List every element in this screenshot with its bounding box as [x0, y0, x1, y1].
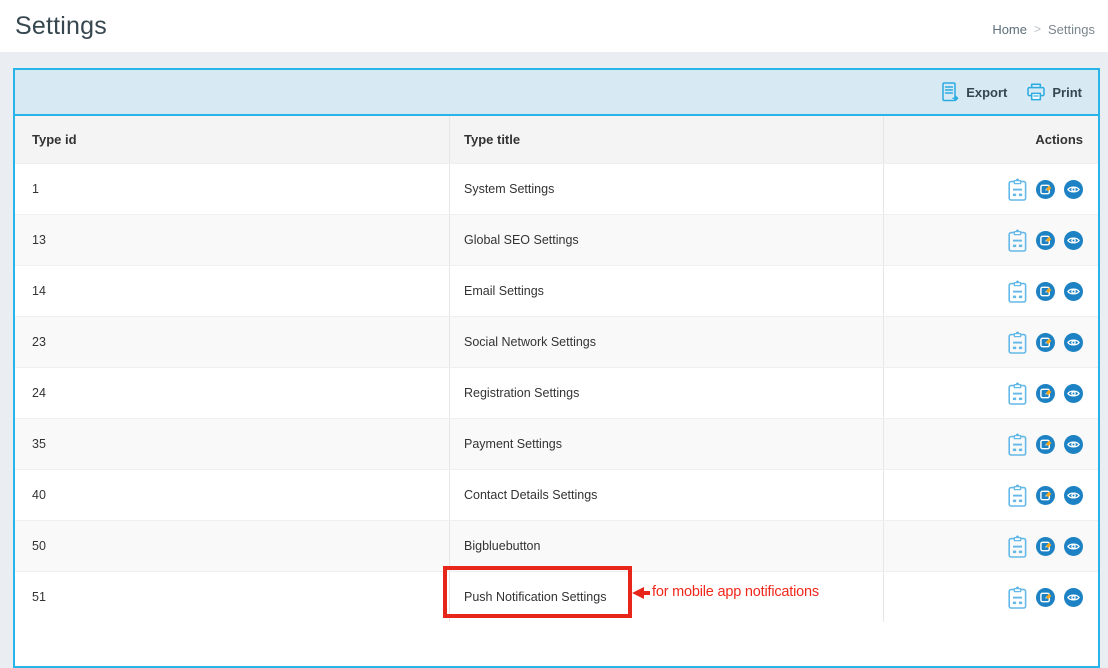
view-eye-icon[interactable]	[1064, 180, 1083, 199]
cell-actions	[884, 572, 1098, 622]
type-title-text: System Settings	[464, 182, 554, 196]
clipboard-details-icon[interactable]	[1008, 586, 1027, 609]
cell-type-title: Global SEO Settings	[449, 215, 884, 265]
table-header: Type id Type title Actions	[15, 116, 1098, 163]
cell-type-title: Email Settings	[449, 266, 884, 316]
cell-actions	[884, 317, 1098, 367]
edit-icon[interactable]	[1036, 231, 1055, 250]
content-area: Export Print Type id Type title Actions	[0, 52, 1108, 668]
cell-type-id: 40	[15, 470, 449, 520]
breadcrumb-current: Settings	[1048, 22, 1095, 37]
edit-icon[interactable]	[1036, 384, 1055, 403]
table-row: 50 Bigbluebutton	[15, 520, 1098, 571]
annotation-arrow-tail	[643, 591, 650, 595]
view-eye-icon[interactable]	[1064, 231, 1083, 250]
type-title-text: Registration Settings	[464, 386, 579, 400]
view-eye-icon[interactable]	[1064, 537, 1083, 556]
page-title: Settings	[15, 12, 107, 41]
type-title-text: Push Notification Settings	[464, 590, 606, 604]
cell-actions	[884, 215, 1098, 265]
clipboard-details-icon[interactable]	[1008, 229, 1027, 252]
cell-actions	[884, 470, 1098, 520]
table-row: 1 System Settings	[15, 163, 1098, 214]
cell-type-title: Registration Settings	[449, 368, 884, 418]
cell-type-id: 50	[15, 521, 449, 571]
table-row: 13 Global SEO Settings	[15, 214, 1098, 265]
view-eye-icon[interactable]	[1064, 333, 1083, 352]
export-document-icon	[942, 82, 959, 102]
edit-icon[interactable]	[1036, 435, 1055, 454]
table-body: 1 System Settings	[15, 163, 1098, 622]
top-bar: Settings Home > Settings	[0, 0, 1108, 52]
breadcrumb-home-link[interactable]: Home	[992, 22, 1027, 37]
cell-type-title: Payment Settings	[449, 419, 884, 469]
view-eye-icon[interactable]	[1064, 282, 1083, 301]
type-title-text: Social Network Settings	[464, 335, 596, 349]
type-title-text: Bigbluebutton	[464, 539, 540, 553]
clipboard-details-icon[interactable]	[1008, 280, 1027, 303]
type-title-text: Email Settings	[464, 284, 544, 298]
breadcrumb-separator: >	[1034, 22, 1041, 36]
table-row: 24 Registration Settings	[15, 367, 1098, 418]
cell-actions	[884, 266, 1098, 316]
cell-type-title: Contact Details Settings	[449, 470, 884, 520]
breadcrumb: Home > Settings	[992, 22, 1095, 37]
annotation-text: for mobile app notifications	[652, 584, 819, 600]
cell-actions	[884, 419, 1098, 469]
type-title-text: Contact Details Settings	[464, 488, 597, 502]
type-title-text: Global SEO Settings	[464, 233, 579, 247]
column-header-type-title: Type title	[449, 116, 884, 163]
export-button[interactable]: Export	[942, 82, 1007, 102]
column-header-type-id: Type id	[15, 116, 449, 163]
clipboard-details-icon[interactable]	[1008, 484, 1027, 507]
cell-type-id: 35	[15, 419, 449, 469]
table-row: 35 Payment Settings	[15, 418, 1098, 469]
cell-actions	[884, 521, 1098, 571]
cell-type-title: Social Network Settings	[449, 317, 884, 367]
table-toolbar: Export Print	[15, 70, 1098, 116]
export-label: Export	[966, 85, 1007, 100]
column-header-actions: Actions	[884, 116, 1098, 163]
clipboard-details-icon[interactable]	[1008, 331, 1027, 354]
cell-type-id: 51	[15, 572, 449, 622]
cell-type-title: Bigbluebutton	[449, 521, 884, 571]
edit-icon[interactable]	[1036, 588, 1055, 607]
view-eye-icon[interactable]	[1064, 486, 1083, 505]
view-eye-icon[interactable]	[1064, 384, 1083, 403]
table-row: 51 Push Notification Settings	[15, 571, 1098, 622]
edit-icon[interactable]	[1036, 537, 1055, 556]
cell-actions	[884, 164, 1098, 214]
clipboard-details-icon[interactable]	[1008, 535, 1027, 558]
print-label: Print	[1052, 85, 1082, 100]
table-row: 23 Social Network Settings	[15, 316, 1098, 367]
table-row: 14 Email Settings	[15, 265, 1098, 316]
settings-panel: Export Print Type id Type title Actions	[13, 68, 1100, 668]
clipboard-details-icon[interactable]	[1008, 433, 1027, 456]
type-title-text: Payment Settings	[464, 437, 562, 451]
cell-type-id: 24	[15, 368, 449, 418]
clipboard-details-icon[interactable]	[1008, 382, 1027, 405]
cell-type-id: 23	[15, 317, 449, 367]
edit-icon[interactable]	[1036, 282, 1055, 301]
edit-icon[interactable]	[1036, 486, 1055, 505]
clipboard-details-icon[interactable]	[1008, 178, 1027, 201]
edit-icon[interactable]	[1036, 333, 1055, 352]
cell-type-id: 14	[15, 266, 449, 316]
cell-type-title: System Settings	[449, 164, 884, 214]
table-row: 40 Contact Details Settings	[15, 469, 1098, 520]
view-eye-icon[interactable]	[1064, 588, 1083, 607]
cell-type-id: 1	[15, 164, 449, 214]
cell-type-id: 13	[15, 215, 449, 265]
print-icon	[1027, 83, 1045, 101]
cell-actions	[884, 368, 1098, 418]
print-button[interactable]: Print	[1027, 83, 1082, 101]
view-eye-icon[interactable]	[1064, 435, 1083, 454]
edit-icon[interactable]	[1036, 180, 1055, 199]
